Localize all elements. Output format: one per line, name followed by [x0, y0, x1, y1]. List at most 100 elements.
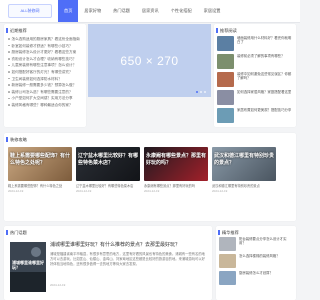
hot-thumbnail-caption: 浦城哪里谁哪里好玩？	[12, 260, 44, 271]
latest-panel: 近期推荐 怎么选购适用的厨房家具？看这份全面指南 卧室如何装修才舒适？有哪些小技巧…	[4, 24, 86, 127]
side-item[interactable]: 墙面装修用什么材料好？看完你就明白了	[217, 36, 293, 51]
tag-item-thumbnail	[219, 271, 236, 285]
latest-item[interactable]: 卫生间装修如何选择防水材料？	[8, 76, 82, 83]
recommend-panel: 装修攻略 鞋上系需要哪些配饰？有什么特色之处呢？ 鞋上系需要哪些配饰？有什么特色之…	[4, 133, 296, 221]
recommend-description[interactable]: 鞋上系需要哪些配饰？有什么特色之处	[8, 183, 72, 188]
side-item-label: 家居布置如何更美观？搭配技巧分享	[237, 108, 292, 112]
recommend-description[interactable]: 辽宁盆木哪里比较好？有哪些特色菜木店	[76, 183, 140, 188]
side-title: 推荐阅读	[214, 24, 296, 34]
side-list: 墙面装修用什么材料好？看完你就明白了装修前必须了解的事项有哪些？ 装修中如何避免这…	[214, 34, 296, 123]
latest-item[interactable]: 新房装修一般需要多少钱？预算怎么做？	[8, 82, 82, 89]
latest-item[interactable]: 装修风格有哪些？哪种最适合你的家？	[8, 102, 82, 109]
nav-item-goods[interactable]: 居家好物	[78, 0, 107, 22]
side-item[interactable]: 装修前必须了解的事项有哪些？	[217, 54, 293, 69]
tag-item[interactable]: 厨房装修怎么才划算？	[219, 271, 293, 285]
bullet-icon	[8, 91, 10, 93]
latest-item[interactable]: 装修公司怎么选？有哪些需要注意的？	[8, 89, 82, 96]
recommend-card[interactable]: 永康阙有哪些景点？那里有好玩的吗？ 永康阙有哪些景点？那里有好玩的吗 2024-12…	[144, 147, 208, 193]
side-item-thumbnail	[217, 36, 234, 51]
recommend-date: 2024-12-19	[144, 189, 160, 193]
nav-item-style[interactable]: 个性化搭配	[165, 0, 198, 22]
tag-item-label: 阳台装修要点分享怎么设计才实用？	[239, 237, 287, 246]
side-item[interactable]: 家居布置如何更美观？搭配技巧分享	[217, 108, 293, 123]
side-item-label: 装修中如何避免这些常见误区？你都了解吗？	[237, 72, 292, 81]
hero-banner[interactable]: 650 × 270	[88, 24, 211, 97]
side-item-label: 墙面装修用什么材料好？看完你就明白了	[237, 36, 292, 45]
nav-item-topics[interactable]: 热门话题	[107, 0, 136, 22]
latest-item-label: 衣柜设计怎么才合理？收纳有哪些技巧？	[11, 56, 77, 61]
carousel-dot[interactable]	[200, 91, 202, 93]
nav-item-news[interactable]: 居家资讯	[136, 0, 165, 22]
recommend-thumbnail[interactable]: 永康阙有哪些景点？那里有好玩的吗？	[144, 147, 208, 181]
latest-item-label: 卫生间装修如何选择防水材料？	[11, 76, 62, 81]
bullet-icon	[8, 64, 10, 67]
recommend-date: 2024-12-19	[8, 189, 24, 193]
hot-article: 浦城哪里谁哪里好玩？有什么推荐的景点？去那里最好玩？ 浦城是福建省南平市辖县，有…	[50, 242, 208, 287]
site-logo[interactable]: ALL装修网	[8, 4, 52, 18]
tags-title: 精华推荐	[216, 226, 296, 236]
latest-title: 近期推荐	[4, 24, 86, 34]
latest-item[interactable]: 厨房装修怎么设计才更好？看看这些方案	[8, 49, 82, 56]
hot-panel: 热门话题 浦城哪里谁哪里好玩？ 浦城哪里谁哪里好玩？有什么推荐的景点？去那里最好…	[4, 226, 212, 300]
hot-thumbnail[interactable]: 浦城哪里谁哪里好玩？	[10, 242, 46, 292]
hot-date: 2024-12-19	[50, 283, 66, 287]
recommend-date: 2024-12-19	[212, 189, 228, 193]
recommend-grid: 鞋上系需要哪些配饰？有什么特色之处呢？ 鞋上系需要哪些配饰？有什么特色之处 2024…	[8, 147, 276, 193]
tag-item[interactable]: 阳台装修要点分享怎么设计才实用？	[219, 237, 293, 251]
latest-item-label: 装修风格有哪些？哪种最适合你的家？	[11, 102, 73, 107]
side-item-thumbnail	[217, 54, 234, 69]
recommend-card[interactable]: 鞋上系需要哪些配饰？有什么特色之处呢？ 鞋上系需要哪些配饰？有什么特色之处 2024…	[8, 147, 72, 193]
bullet-icon	[8, 104, 10, 106]
bullet-icon	[8, 84, 10, 86]
latest-item[interactable]: 卧室如何装修才舒适？有哪些小技巧？	[8, 43, 82, 50]
latest-item-label: 儿童房装修有哪些注意事项？怎么设计？	[11, 63, 77, 68]
tag-item-thumbnail	[219, 237, 236, 251]
recommend-thumbnail[interactable]: 武汉和德江哪里有特别珍贵的景点？	[212, 147, 276, 181]
recommend-card[interactable]: 辽宁盆木哪里比较好？有哪些特色菜木店？ 辽宁盆木哪里比较好？有哪些特色菜木店 202…	[76, 147, 140, 193]
side-item-label: 装修前必须了解的事项有哪些？	[237, 54, 285, 58]
bullet-icon	[8, 58, 10, 60]
latest-item[interactable]: 儿童房装修有哪些注意事项？怎么设计？	[8, 62, 82, 69]
recommend-description[interactable]: 永康阙有哪些景点？那里有好玩的吗	[144, 183, 208, 188]
side-panel: 推荐阅读 墙面装修用什么材料好？看完你就明白了装修前必须了解的事项有哪些？ 装修中…	[214, 24, 296, 127]
tag-item[interactable]: 怎么选择楼梯的装修风格？	[219, 254, 293, 268]
recommend-description[interactable]: 武汉和德江哪里有特别珍贵的景点	[212, 183, 276, 188]
latest-item-label: 新房装修一般需要多少钱？预算怎么做？	[11, 83, 77, 88]
tag-item-label: 厨房装修怎么才划算？	[239, 271, 273, 275]
carousel-dot[interactable]	[196, 91, 198, 93]
latest-item-label: 厨房装修怎么设计才更好？看看这些方案	[11, 50, 77, 55]
recommend-card[interactable]: 武汉和德江哪里有特别珍贵的景点？ 武汉和德江哪里有特别珍贵的景点 2024-12-1…	[212, 147, 276, 193]
side-item[interactable]: 如何选择家居风格？家庭搭配看这里	[217, 90, 293, 105]
bullet-icon	[8, 71, 10, 73]
top-navigation-bar: ALL装修网 首页 居家好物 热门话题 居家资讯 个性化搭配 家居设置	[0, 0, 300, 23]
tags-panel: 精华推荐 阳台装修要点分享怎么设计才实用？ 怎么选择楼梯的装修风格？ 厨房装修怎么才…	[216, 226, 296, 300]
bullet-icon	[8, 44, 10, 47]
hot-headline[interactable]: 浦城哪里谁哪里好玩？有什么推荐的景点？去那里最好玩？	[50, 242, 208, 249]
side-item-thumbnail	[217, 90, 234, 105]
latest-item[interactable]: 怎么选购适用的厨房家具？看这份全面指南	[8, 36, 82, 43]
recommend-thumbnail[interactable]: 鞋上系需要哪些配饰？有什么特色之处呢？	[8, 147, 72, 181]
latest-list: 怎么选购适用的厨房家具？看这份全面指南 卧室如何装修才舒适？有哪些小技巧？ 厨房装修…	[4, 34, 86, 109]
tags-list: 阳台装修要点分享怎么设计才实用？ 怎么选择楼梯的装修风格？ 厨房装修怎么才划算？	[216, 236, 296, 285]
latest-item[interactable]: 衣柜设计怎么才合理？收纳有哪些技巧？	[8, 56, 82, 63]
nav-item-home[interactable]: 首页	[58, 0, 79, 22]
latest-item[interactable]: 如何搭配好客厅的灯光？有哪些讲究？	[8, 69, 82, 76]
recommend-thumbnail-caption: 鞋上系需要哪些配饰？有什么特色之处呢？	[10, 153, 71, 166]
banner-placeholder-text: 650 × 270	[120, 53, 179, 68]
side-item-label: 如何选择家居风格？家庭搭配看这里	[237, 90, 292, 94]
tag-item-label: 怎么选择楼梯的装修风格？	[239, 254, 280, 258]
recommend-title: 装修攻略	[4, 133, 296, 143]
main-nav: 首页 居家好物 热门话题 居家资讯 个性化搭配 家居设置	[58, 0, 226, 22]
carousel-dot[interactable]	[204, 91, 206, 93]
latest-item[interactable]: 小户型如何扩大空间感？实用方法分享	[8, 95, 82, 102]
side-item[interactable]: 装修中如何避免这些常见误区？你都了解吗？	[217, 72, 293, 87]
recommend-thumbnail[interactable]: 辽宁盆木哪里比较好？有哪些特色菜木店？	[76, 147, 140, 181]
recommend-thumbnail-caption: 辽宁盆木哪里比较好？有哪些特色菜木店？	[78, 153, 139, 166]
bullet-icon	[8, 97, 10, 100]
side-item-thumbnail	[217, 108, 234, 123]
recommend-thumbnail-caption: 永康阙有哪些景点？那里有好玩的吗？	[146, 153, 207, 166]
nav-item-settings[interactable]: 家居设置	[198, 0, 227, 22]
bullet-icon	[8, 51, 10, 53]
latest-item-label: 小户型如何扩大空间感？实用方法分享	[11, 96, 73, 101]
tag-item-thumbnail	[219, 254, 236, 268]
